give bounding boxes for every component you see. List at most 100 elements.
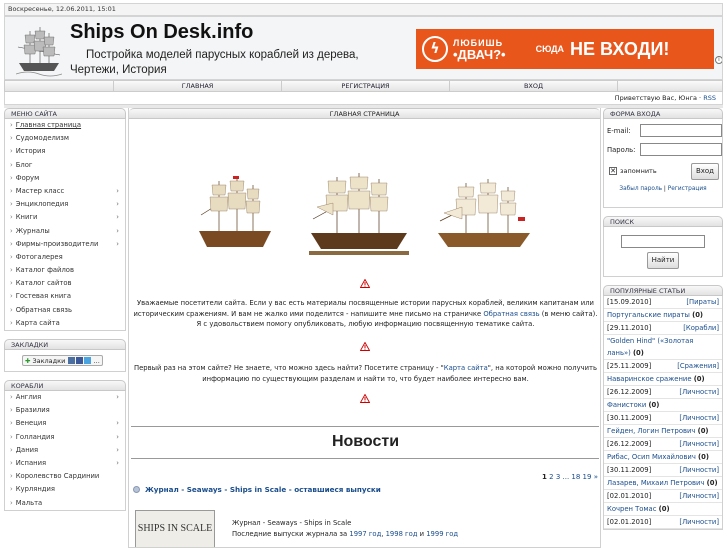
bullet-icon: › — [10, 239, 13, 248]
article-category-link[interactable]: [Личности] — [679, 412, 719, 424]
magazine-cover[interactable]: SHIPS IN SCALE — [135, 510, 215, 547]
menu-item[interactable]: › Каталог сайтов — [5, 277, 125, 291]
bullet-icon: › — [10, 134, 13, 143]
article-link[interactable]: Фанистоки — [607, 401, 646, 409]
forgot-password-link[interactable]: Забыл пароль — [619, 186, 662, 192]
facebook-icon[interactable] — [76, 357, 84, 364]
article-category-link[interactable]: [Корабли] — [683, 322, 719, 334]
article-item: Лазарев, Михаил Петрович (0) — [604, 477, 722, 490]
menu-item[interactable]: › Журналы › — [5, 225, 125, 238]
site-subtitle: Постройка моделей парусных кораблей из д… — [70, 49, 359, 76]
site-menu-header: МЕНЮ САЙТА — [4, 108, 126, 119]
menu-item[interactable]: › Карта сайта — [5, 317, 125, 330]
main-content: ГЛАВНАЯ СТРАНИЦА Уважаемые посетители са… — [128, 108, 601, 548]
article-link[interactable]: "Golden Hind" («Золотая лань») — [607, 337, 693, 357]
chevron-right-icon: › — [116, 393, 119, 401]
page-links[interactable]: 2 3 ... 18 19 — [549, 473, 591, 481]
menu-item[interactable]: › Англия › — [5, 391, 125, 405]
email-field[interactable] — [640, 124, 722, 137]
bullet-icon: › — [10, 445, 13, 454]
menu-item[interactable]: › Фирмы-производители › — [5, 238, 125, 251]
article-link[interactable]: Рибас, Осип Михайлович — [607, 453, 696, 461]
ship-image-2 — [309, 173, 409, 255]
bullet-icon: › — [10, 485, 13, 494]
chevron-right-icon: › — [116, 186, 119, 195]
banner-left-text: ЛЮБИШЬ •ДВАЧ?• — [453, 38, 506, 62]
bullet-icon: › — [10, 226, 13, 235]
article-meta: [29.11.2010] [Корабли] — [604, 322, 722, 335]
news-entry-title[interactable]: Журнал - Seaways - Ships in Scale - оста… — [133, 485, 381, 494]
article-category-link[interactable]: [Личности] — [679, 438, 719, 450]
year-1997-link[interactable]: 1997 год — [349, 530, 381, 538]
menu-item[interactable]: › Бразилия — [5, 404, 125, 418]
search-input[interactable] — [621, 235, 705, 248]
ship-logo-icon[interactable] — [16, 25, 62, 77]
article-category-link[interactable]: [Сражения] — [677, 360, 719, 372]
login-button[interactable]: Вход — [691, 163, 719, 180]
menu-item[interactable]: › Мальта — [5, 497, 125, 510]
menu-item[interactable]: › Фотогалерея — [5, 251, 125, 265]
menu-item[interactable]: › Книги › — [5, 211, 125, 225]
article-meta: [25.11.2009] [Сражения] — [604, 360, 722, 373]
bookmarks-widget[interactable]: ✚ Закладки … — [22, 355, 103, 366]
article-meta: [26.12.2009] [Личности] — [604, 438, 722, 451]
menu-item[interactable]: › Обратная связь — [5, 304, 125, 317]
menu-item[interactable]: › Блог — [5, 159, 125, 172]
remember-checkbox[interactable]: ✕ — [609, 167, 617, 175]
menu-item[interactable]: › Мастер класс › — [5, 185, 125, 199]
info-icon[interactable]: i — [715, 56, 722, 64]
year-1998-link[interactable]: 1998 год — [386, 530, 418, 538]
password-field[interactable] — [640, 143, 722, 156]
sitemap-link[interactable]: Карта сайта — [444, 364, 488, 372]
article-link[interactable]: Наваринское сражение — [607, 375, 692, 383]
menu-item[interactable]: › Судомоделизм — [5, 132, 125, 146]
article-meta: [30.11.2009] [Личности] — [604, 464, 722, 477]
article-item: Рибас, Осип Михайлович (0) — [604, 451, 722, 464]
ships-menu: › Англия › › Бразилия › Венеция › › Голландия › › Да… — [4, 391, 126, 511]
welcome-text: Приветствую Вас, Юнга · — [614, 94, 702, 102]
article-link[interactable]: Португальские пираты — [607, 311, 690, 319]
article-category-link[interactable]: [Личности] — [679, 464, 719, 476]
menu-item[interactable]: › Испания › — [5, 457, 125, 471]
banner-mid-text: СЮДА — [535, 44, 565, 54]
menu-item[interactable]: › Голландия › — [5, 431, 125, 444]
menu-item[interactable]: › Главная страница — [5, 119, 125, 133]
menu-item[interactable]: › Гостевая книга — [5, 290, 125, 304]
rss-link[interactable]: RSS — [703, 94, 716, 102]
chevron-right-icon: › — [116, 432, 119, 441]
page-next[interactable]: » — [594, 473, 598, 481]
article-link[interactable]: Гейден, Логин Петрович — [607, 427, 695, 435]
article-category-link[interactable]: [Личности] — [679, 516, 719, 528]
ad-banner[interactable]: ϟ ЛЮБИШЬ •ДВАЧ?• СЮДА НЕ ВХОДИ! i — [416, 29, 722, 69]
sitemap-paragraph: Первый раз на этом сайте? Не знаете, что… — [133, 364, 597, 383]
menu-item[interactable]: › Венеция › — [5, 417, 125, 431]
register-link[interactable]: Регистрация — [668, 186, 707, 192]
article-category-link[interactable]: [Пираты] — [686, 296, 719, 308]
vk-icon[interactable] — [68, 357, 76, 364]
nav-home[interactable]: ГЛАВНАЯ — [113, 81, 281, 91]
login-form: E-mail: Пароль: ✕ запомнить Вход Забыл п… — [603, 119, 723, 208]
menu-item[interactable]: › Дания › — [5, 444, 125, 457]
nav-login[interactable]: ВХОД — [449, 81, 617, 91]
article-link[interactable]: Лазарев, Михаил Петрович — [607, 479, 704, 487]
menu-item[interactable]: › Энциклопедия › — [5, 198, 125, 212]
feedback-link[interactable]: Обратная связь — [483, 310, 539, 318]
article-category-link[interactable]: [Личности] — [679, 490, 719, 502]
menu-item[interactable]: › Королевство Сардинии — [5, 470, 125, 484]
menu-item[interactable]: › Каталог файлов — [5, 264, 125, 278]
nav-register[interactable]: РЕГИСТРАЦИЯ — [281, 81, 449, 91]
search-button[interactable]: Найти — [647, 252, 679, 269]
bullet-icon: › — [10, 305, 13, 314]
menu-item[interactable]: › История — [5, 145, 125, 159]
article-link[interactable]: Кочрен Томас — [607, 505, 656, 513]
plus-icon: ✚ — [25, 356, 31, 365]
year-1999-link[interactable]: 1999 год — [426, 530, 458, 538]
twitter-icon[interactable] — [84, 357, 92, 364]
site-title[interactable]: Ships On Desk.info — [70, 21, 253, 44]
current-date: Воскресенье, 12.06.2011, 15:01 — [8, 5, 116, 13]
article-category-link[interactable]: [Личности] — [679, 386, 719, 398]
menu-item[interactable]: › Курляндия — [5, 483, 125, 497]
menu-item[interactable]: › Форум — [5, 172, 125, 185]
bullet-icon: › — [10, 186, 13, 195]
more-icon[interactable]: … — [93, 357, 100, 365]
